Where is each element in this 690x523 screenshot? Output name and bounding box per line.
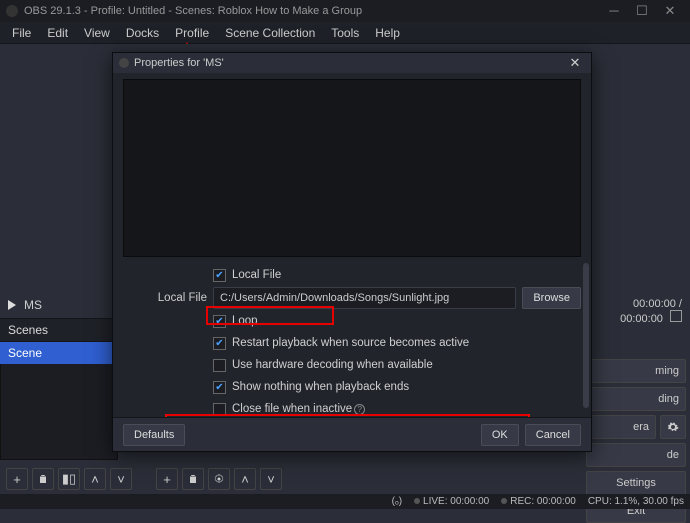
scene-remove-button[interactable] (32, 468, 54, 490)
source-down-button[interactable]: ˅ (260, 468, 282, 490)
status-live: LIVE: 00:00:00 (423, 496, 489, 507)
closefile-label: Close file when inactive (232, 403, 352, 415)
source-up-button[interactable]: ˄ (234, 468, 256, 490)
source-add-button[interactable]: + (156, 468, 178, 490)
scene-filter-button[interactable]: ▮▯ (58, 468, 80, 490)
help-icon[interactable]: ? (354, 404, 365, 415)
dialog-titlebar: Properties for 'MS' ✕ (113, 53, 591, 73)
local-file-cb-label: Local File (232, 269, 281, 281)
local-file-checkbox[interactable]: ✔ (213, 269, 226, 282)
cancel-button[interactable]: Cancel (525, 424, 581, 446)
bottom-toolbar: + ▮▯ ˄ ˅ + ˄ ˅ (0, 464, 282, 494)
loop-label: Loop (232, 315, 258, 327)
source-name: MS (24, 298, 42, 312)
obs-icon (6, 5, 18, 17)
loop-checkbox[interactable]: ✔ (213, 315, 226, 328)
menu-view[interactable]: View (76, 22, 118, 44)
main-area: MS Scenes Scene 00:00:00 / 00:00:00 ming… (0, 44, 690, 494)
source-properties-button[interactable] (208, 468, 230, 490)
statusbar: (ₒ) LIVE: 00:00:00 REC: 00:00:00 CPU: 1.… (0, 494, 690, 509)
restart-checkbox[interactable]: ✔ (213, 337, 226, 350)
menu-tools[interactable]: Tools (323, 22, 367, 44)
menu-scene-collection[interactable]: Scene Collection (217, 22, 323, 44)
properties-dialog: Properties for 'MS' ✕ ✔ Local File Local… (112, 52, 592, 452)
signal-icon: (ₒ) (392, 496, 402, 507)
hwdec-label: Use hardware decoding when available (232, 359, 433, 371)
dialog-title: Properties for 'MS' (134, 57, 224, 69)
btn-settings[interactable]: Settings (586, 471, 686, 495)
scene-up-button[interactable]: ˄ (84, 468, 106, 490)
status-cpu: CPU: 1.1%, 30.00 fps (588, 496, 684, 507)
btn-streaming[interactable]: ming (586, 359, 686, 383)
menu-profile[interactable]: Profile (167, 22, 217, 44)
scenes-list[interactable] (0, 364, 118, 460)
ok-button[interactable]: OK (481, 424, 519, 446)
scene-item-selected[interactable]: Scene (0, 342, 118, 364)
gear-icon (667, 420, 679, 434)
scene-add-button[interactable]: + (6, 468, 28, 490)
play-icon (8, 300, 16, 310)
status-rec: REC: 00:00:00 (510, 496, 576, 507)
local-file-path-input[interactable]: C:/Users/Admin/Downloads/Songs/Sunlight.… (213, 287, 516, 309)
shownothing-checkbox[interactable]: ✔ (213, 381, 226, 394)
dialog-footer: Defaults OK Cancel (113, 417, 591, 451)
menu-help[interactable]: Help (367, 22, 408, 44)
menubar: File Edit View Docks Profile Scene Colle… (0, 22, 690, 44)
scene-down-button[interactable]: ˅ (110, 468, 132, 490)
preview-time: 00:00:00 / 00:00:00 (586, 296, 686, 327)
btn-gear[interactable] (660, 415, 686, 439)
btn-camera[interactable]: era (586, 415, 656, 439)
window-title: OBS 29.1.3 - Profile: Untitled - Scenes:… (24, 5, 362, 17)
scenes-toolbar: + ▮▯ ˄ ˅ (6, 468, 132, 490)
obs-icon (119, 58, 129, 68)
menu-file[interactable]: File (4, 22, 39, 44)
restart-label: Restart playback when source becomes act… (232, 337, 469, 349)
minimize-button[interactable]: ─ (600, 0, 628, 22)
left-panels: MS Scenes Scene (0, 292, 118, 460)
trash-icon (37, 473, 49, 485)
menu-edit[interactable]: Edit (39, 22, 76, 44)
close-button[interactable]: ✕ (656, 0, 684, 22)
dialog-body: ✔ Local File Local File C:/Users/Admin/D… (113, 73, 591, 417)
hwdec-checkbox[interactable] (213, 359, 226, 372)
studio-mode-icon[interactable] (670, 310, 682, 322)
source-row[interactable]: MS (0, 292, 118, 318)
dialog-close-button[interactable]: ✕ (565, 55, 585, 71)
shownothing-label: Show nothing when playback ends (232, 381, 409, 393)
sources-toolbar: + ˄ ˅ (156, 468, 282, 490)
gear-icon (213, 473, 225, 485)
right-controls: 00:00:00 / 00:00:00 ming ding era de Set… (586, 296, 686, 523)
window-titlebar: OBS 29.1.3 - Profile: Untitled - Scenes:… (0, 0, 690, 22)
closefile-checkbox[interactable] (213, 403, 226, 416)
browse-button[interactable]: Browse (522, 287, 581, 309)
dialog-scrollbar[interactable] (583, 263, 589, 408)
btn-recording[interactable]: ding (586, 387, 686, 411)
scenes-header: Scenes (0, 318, 118, 342)
trash-icon (187, 473, 199, 485)
menu-docks[interactable]: Docks (118, 22, 167, 44)
source-remove-button[interactable] (182, 468, 204, 490)
local-file-label: Local File (123, 292, 213, 304)
source-preview (123, 79, 581, 257)
btn-studio-mode[interactable]: de (586, 443, 686, 467)
defaults-button[interactable]: Defaults (123, 424, 185, 446)
maximize-button[interactable]: ☐ (628, 0, 656, 22)
